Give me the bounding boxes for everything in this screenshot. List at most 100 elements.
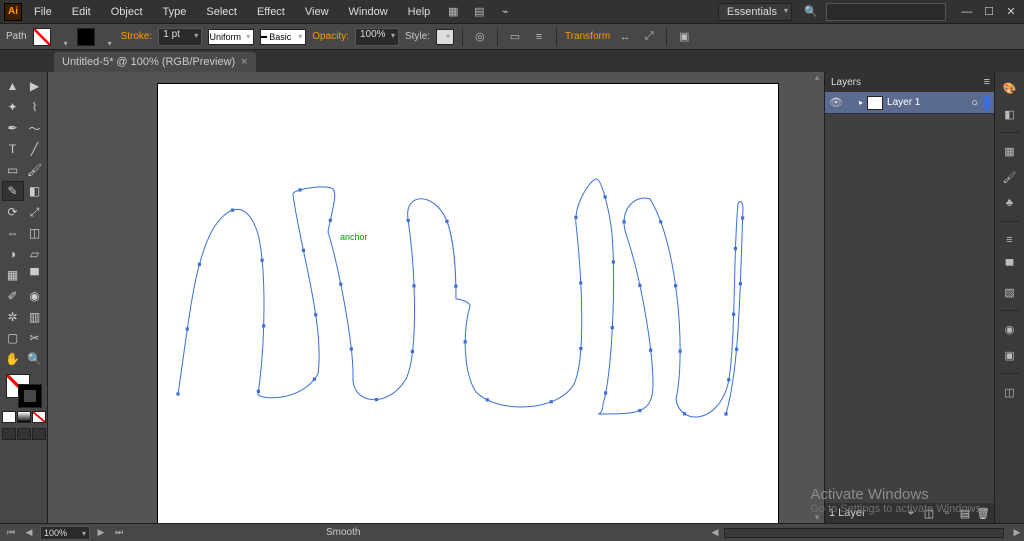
width-tool[interactable]: ⇔ (2, 223, 24, 243)
brush-def-select[interactable]: Basic (260, 29, 306, 45)
layer-name[interactable]: Layer 1 (887, 97, 920, 108)
fill-stroke-control[interactable] (4, 374, 44, 408)
menu-type[interactable]: Type (155, 2, 195, 22)
rotate-tool[interactable]: ⟳ (2, 202, 24, 222)
layers-tab[interactable]: Layers (831, 77, 861, 88)
gradient-tool[interactable]: ▀ (24, 265, 46, 285)
appearance-icon[interactable]: ◉ (999, 319, 1021, 339)
scroll-up-icon[interactable]: ▴ (810, 72, 824, 83)
delete-layer-icon[interactable]: 🗑 (976, 506, 990, 520)
symbol-sprayer-tool[interactable]: ✲ (2, 307, 24, 327)
align-icon[interactable]: ▭ (506, 28, 524, 46)
color-mode-none[interactable] (32, 411, 46, 423)
blend-tool[interactable]: ◉ (24, 286, 46, 306)
menu-select[interactable]: Select (198, 2, 245, 22)
document-tab[interactable]: Untitled-5* @ 100% (RGB/Preview) × (54, 52, 256, 72)
isolate-icon[interactable]: ▣ (675, 28, 693, 46)
fill-swatch[interactable] (33, 28, 51, 46)
panel-menu-icon[interactable]: ≡ (984, 76, 990, 88)
menu-effect[interactable]: Effect (249, 2, 293, 22)
next-artboard-icon[interactable]: ▶ (94, 526, 108, 540)
recolor-icon[interactable]: ◎ (471, 28, 489, 46)
eraser-tool[interactable]: ◧ (24, 181, 46, 201)
target-icon[interactable]: ○ (971, 97, 978, 109)
shape-builder-tool[interactable]: ◑ (2, 244, 24, 264)
artboard-tool[interactable]: ▢ (2, 328, 24, 348)
close-tab-icon[interactable]: × (241, 56, 247, 68)
transform-label[interactable]: Transform (565, 31, 610, 42)
layers-dock-icon[interactable]: ◫ (999, 382, 1021, 402)
new-sublayer-icon[interactable]: ▫ (940, 506, 954, 520)
drawn-path[interactable] (178, 179, 743, 417)
make-clip-icon[interactable]: ◫ (922, 506, 936, 520)
close-button[interactable]: ✕ (1002, 5, 1020, 19)
layout-icon[interactable]: ▦ (442, 3, 464, 21)
hscroll-right-icon[interactable]: ▶ (1010, 526, 1024, 540)
first-artboard-icon[interactable]: ⏮ (4, 526, 18, 540)
direct-selection-tool[interactable]: ▶ (24, 76, 46, 96)
anchor-points[interactable] (176, 188, 744, 415)
color-guide-icon[interactable]: ◧ (999, 104, 1021, 124)
graphic-styles-icon[interactable]: ▣ (999, 345, 1021, 365)
free-transform-tool[interactable]: ◫ (24, 223, 46, 243)
symbols-icon[interactable]: ♣ (999, 193, 1021, 213)
menu-view[interactable]: View (297, 2, 337, 22)
magic-wand-tool[interactable]: ✦ (2, 97, 24, 117)
transform-icon-1[interactable]: ↔ (616, 28, 634, 46)
swatches-icon[interactable]: ▦ (999, 141, 1021, 161)
rectangle-tool[interactable]: ▭ (2, 160, 24, 180)
workspace-switcher[interactable]: Essentials (718, 3, 792, 21)
color-mode-solid[interactable] (2, 411, 16, 423)
draw-normal[interactable] (2, 428, 16, 440)
paintbrush-tool[interactable]: 🖌 (24, 160, 46, 180)
slice-tool[interactable]: ✂ (24, 328, 46, 348)
selection-tool[interactable]: ▲ (2, 76, 24, 96)
expand-icon[interactable]: ▸ (859, 98, 863, 107)
stroke-box[interactable] (18, 384, 42, 408)
new-layer-icon[interactable]: ▤ (958, 506, 972, 520)
eyedropper-tool[interactable]: ✐ (2, 286, 24, 306)
opacity-input[interactable]: 100% (355, 28, 399, 46)
menu-help[interactable]: Help (400, 2, 439, 22)
opacity-label[interactable]: Opacity: (312, 31, 349, 42)
zoom-level-input[interactable]: 100% (40, 526, 90, 540)
arrange-icon[interactable]: ▤ (468, 3, 490, 21)
transform-icon-2[interactable]: ⤢ (640, 28, 658, 46)
perspective-tool[interactable]: ▱ (24, 244, 46, 264)
stroke-panel-icon[interactable]: ≡ (999, 230, 1021, 250)
stroke-swatch[interactable] (77, 28, 95, 46)
menu-object[interactable]: Object (103, 2, 151, 22)
color-mode-gradient[interactable] (17, 411, 31, 423)
visibility-icon[interactable]: 👁 (829, 96, 843, 110)
stroke-weight-input[interactable]: 1 pt (158, 28, 202, 46)
layer-row[interactable]: 👁 ▸ Layer 1 ○ (825, 92, 994, 114)
gradient-panel-icon[interactable]: ▀ (999, 256, 1021, 276)
locate-object-icon[interactable]: ⌖ (904, 506, 918, 520)
menu-window[interactable]: Window (341, 2, 396, 22)
menu-edit[interactable]: Edit (64, 2, 99, 22)
zoom-tool[interactable]: 🔍 (24, 349, 46, 369)
graph-tool[interactable]: ▥ (24, 307, 46, 327)
canvas-area[interactable]: anchor ▴ ▾ (48, 72, 824, 523)
vertical-scroll-indicator[interactable]: ▴ ▾ (810, 72, 824, 523)
horizontal-scrollbar[interactable] (724, 528, 1004, 538)
pen-tool[interactable]: ✒ (2, 118, 24, 138)
scale-tool[interactable]: ⤢ (24, 202, 46, 222)
pencil-tool[interactable]: ✎ (2, 181, 24, 201)
hand-tool[interactable]: ✋ (2, 349, 24, 369)
prev-artboard-icon[interactable]: ◀ (22, 526, 36, 540)
last-artboard-icon[interactable]: ⏭ (112, 526, 126, 540)
maximize-button[interactable]: ☐ (980, 5, 998, 19)
lasso-tool[interactable]: ⌇ (24, 97, 46, 117)
align-2-icon[interactable]: ≡ (530, 28, 548, 46)
type-tool[interactable]: T (2, 139, 24, 159)
curvature-tool[interactable]: 〜 (24, 118, 46, 138)
menu-file[interactable]: File (26, 2, 60, 22)
brushes-icon[interactable]: 🖌 (999, 167, 1021, 187)
bridge-icon[interactable]: ⌁ (494, 3, 516, 21)
hscroll-left-icon[interactable]: ◀ (708, 526, 722, 540)
transparency-icon[interactable]: ▨ (999, 282, 1021, 302)
color-panel-icon[interactable]: 🎨 (999, 78, 1021, 98)
stroke-label[interactable]: Stroke: (121, 31, 153, 42)
minimize-button[interactable]: — (958, 5, 976, 19)
